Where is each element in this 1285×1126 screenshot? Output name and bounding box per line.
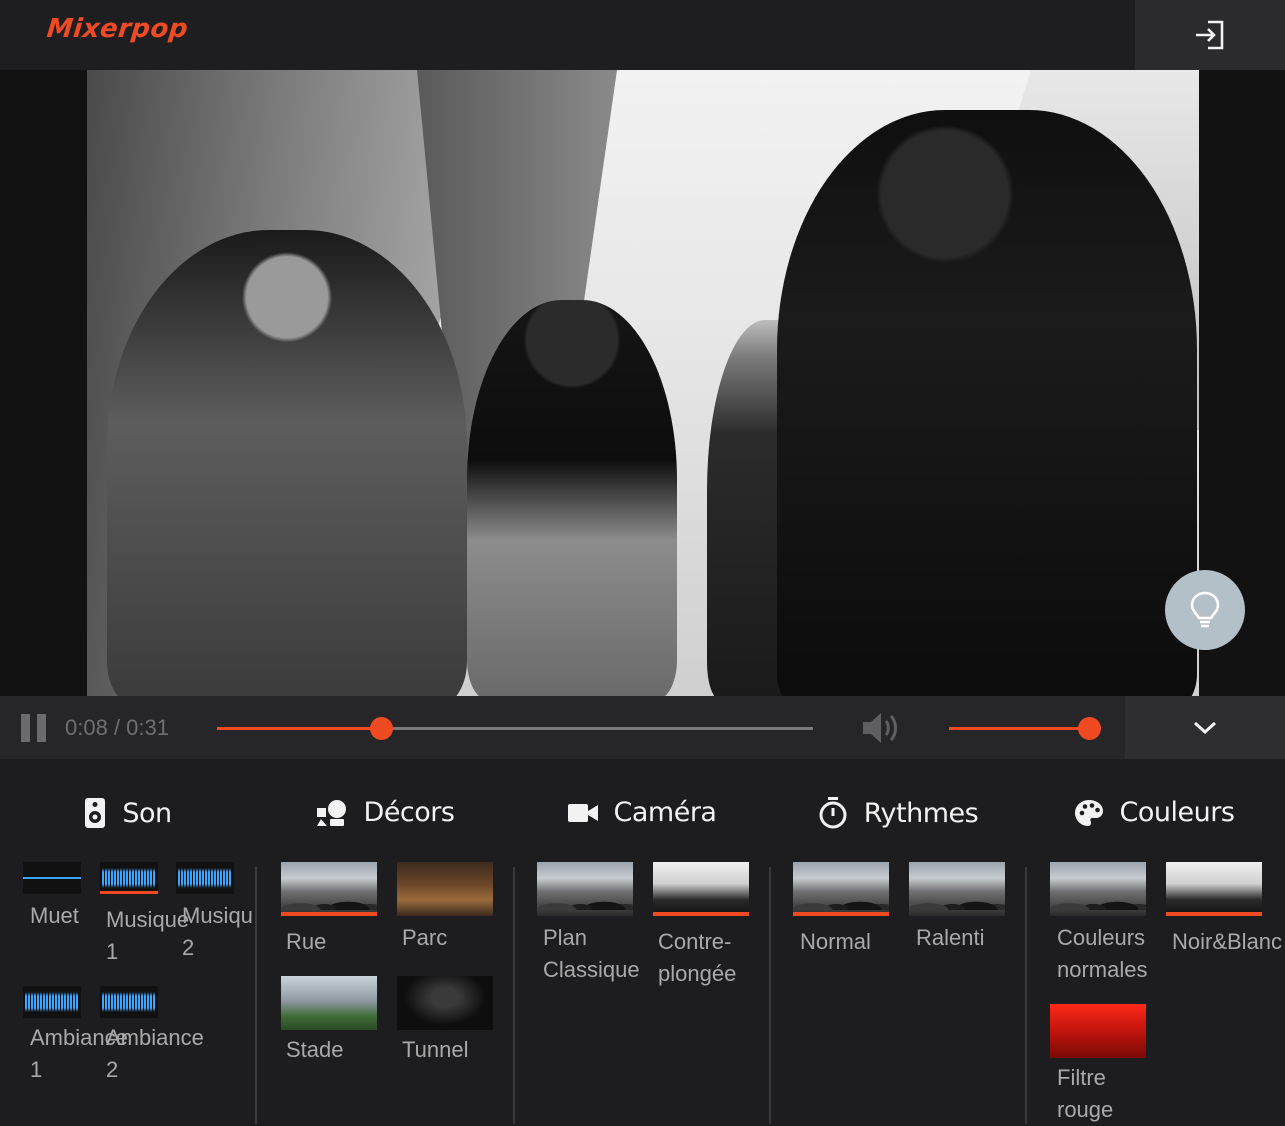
son-label-muet: Muet — [30, 903, 79, 928]
son-option-muet[interactable]: Muet — [23, 862, 81, 928]
couleurs-header: Couleurs — [1026, 797, 1282, 828]
decors-thumb-rue — [281, 862, 377, 916]
couleurs-label-noir-blanc: Noir&Blanc — [1172, 929, 1283, 954]
son-option-ambiance-2[interactable]: Ambiance 2 — [100, 986, 204, 1082]
decors-thumb-parc — [397, 862, 493, 916]
son-column: Son Muet Musique 1 Musiqu 2 Ambiance 1 A… — [0, 759, 256, 1124]
exit-icon — [1196, 20, 1224, 50]
decors-thumb-stade — [281, 976, 377, 1030]
son-thumb-musique-1 — [100, 862, 158, 894]
son-header: Son — [0, 797, 256, 829]
time-display: 0:08 / 0:31 — [65, 715, 169, 740]
camera-label-contre-plongee: Contre- plongée — [658, 929, 737, 986]
son-label-ambiance-2: Ambiance 2 — [106, 1025, 204, 1082]
video-person-1 — [107, 230, 467, 696]
rythmes-thumb-normal — [793, 862, 889, 916]
decors-label-rue: Rue — [286, 929, 327, 954]
camera-thumb-contre-plongee — [653, 862, 749, 916]
editing-panel: Son Muet Musique 1 Musiqu 2 Ambiance 1 A… — [0, 759, 1285, 1124]
son-label-musique-2: Musiqu 2 — [182, 903, 253, 960]
son-label-musique-1: Musique 1 — [106, 907, 190, 964]
volume-button[interactable] — [860, 710, 900, 746]
rythmes-option-ralenti[interactable]: Ralenti — [909, 862, 1005, 950]
exit-button[interactable] — [1135, 0, 1285, 70]
video-camera-icon — [567, 803, 598, 822]
son-thumb-musique-2 — [176, 862, 234, 894]
volume-icon — [863, 713, 897, 743]
son-thumb-ambiance-2 — [100, 986, 158, 1018]
speaker-icon — [85, 798, 106, 828]
couleurs-option-noir-blanc[interactable]: Noir&Blanc — [1166, 862, 1282, 954]
decors-label-parc: Parc — [402, 925, 448, 950]
progress-fill — [217, 727, 381, 730]
son-option-musique-2[interactable]: Musiqu 2 — [176, 862, 253, 960]
progress-handle[interactable] — [369, 717, 393, 740]
decors-header: Décors — [257, 797, 513, 828]
lightbulb-icon — [1190, 591, 1220, 628]
couleurs-column: Couleurs Couleurs normales Noir&Blanc Fi… — [1026, 759, 1285, 1124]
couleurs-label-filtre-rouge: Filtre rouge — [1057, 1065, 1114, 1122]
rythmes-header: Rythmes — [770, 797, 1026, 829]
camera-option-contre-plongee[interactable]: Contre- plongée — [653, 862, 749, 986]
rythmes-thumb-ralenti — [909, 862, 1005, 916]
decors-label-tunnel: Tunnel — [402, 1037, 469, 1062]
son-title: Son — [122, 797, 172, 829]
camera-label-plan-classique: Plan Classique — [543, 925, 640, 982]
palette-icon — [1074, 799, 1103, 826]
couleurs-thumb-normales — [1050, 862, 1146, 916]
couleurs-title: Couleurs — [1119, 797, 1235, 828]
video-stage — [0, 70, 1285, 696]
hint-button[interactable] — [1165, 570, 1245, 650]
decors-option-parc[interactable]: Parc — [397, 862, 493, 950]
decors-title: Décors — [363, 797, 455, 828]
rythmes-title: Rythmes — [863, 797, 979, 829]
app-logo: Mixerpop — [45, 14, 190, 44]
top-bar: Mixerpop — [0, 0, 1285, 70]
son-thumb-muet — [23, 862, 81, 894]
collapse-button[interactable] — [1125, 696, 1285, 759]
camera-title: Caméra — [613, 797, 717, 828]
volume-slider[interactable] — [949, 717, 1101, 740]
camera-column: Caméra Plan Classique Contre- plongée — [514, 759, 770, 1124]
rythmes-label-normal: Normal — [800, 929, 871, 954]
son-thumb-ambiance-1 — [23, 986, 81, 1018]
decors-column: Décors Rue Parc Stade Tunnel — [257, 759, 513, 1124]
decors-label-stade: Stade — [286, 1037, 344, 1062]
camera-option-plan-classique[interactable]: Plan Classique — [537, 862, 640, 982]
son-option-ambiance-1[interactable]: Ambiance 1 — [23, 986, 128, 1082]
volume-handle[interactable] — [1078, 717, 1101, 740]
video-person-4 — [777, 110, 1197, 696]
rythmes-column: Rythmes Normal Ralenti — [770, 759, 1026, 1124]
decors-icon — [316, 799, 346, 826]
player-controls: 0:08 / 0:31 — [0, 696, 1285, 759]
camera-thumb-plan-classique — [537, 862, 633, 916]
son-option-musique-1[interactable]: Musique 1 — [100, 862, 189, 964]
couleurs-label-normales: Couleurs normales — [1057, 925, 1148, 982]
rythmes-label-ralenti: Ralenti — [916, 925, 985, 950]
couleurs-thumb-filtre-rouge — [1050, 1004, 1146, 1058]
volume-fill — [949, 727, 1089, 730]
video-person-2 — [467, 300, 677, 696]
chevron-down-icon — [1193, 721, 1217, 734]
decors-thumb-tunnel — [397, 976, 493, 1030]
decors-option-rue[interactable]: Rue — [281, 862, 377, 954]
rythmes-option-normal[interactable]: Normal — [793, 862, 889, 954]
couleurs-option-filtre-rouge[interactable]: Filtre rouge — [1050, 1004, 1146, 1122]
decors-option-tunnel[interactable]: Tunnel — [397, 976, 493, 1062]
couleurs-option-normales[interactable]: Couleurs normales — [1050, 862, 1147, 982]
couleurs-thumb-noir-blanc — [1166, 862, 1262, 916]
video-frame[interactable] — [87, 70, 1199, 696]
pause-button[interactable] — [21, 714, 47, 742]
decors-option-stade[interactable]: Stade — [281, 976, 377, 1062]
stopwatch-icon — [819, 797, 847, 829]
camera-header: Caméra — [514, 797, 770, 828]
progress-bar[interactable] — [217, 717, 813, 740]
